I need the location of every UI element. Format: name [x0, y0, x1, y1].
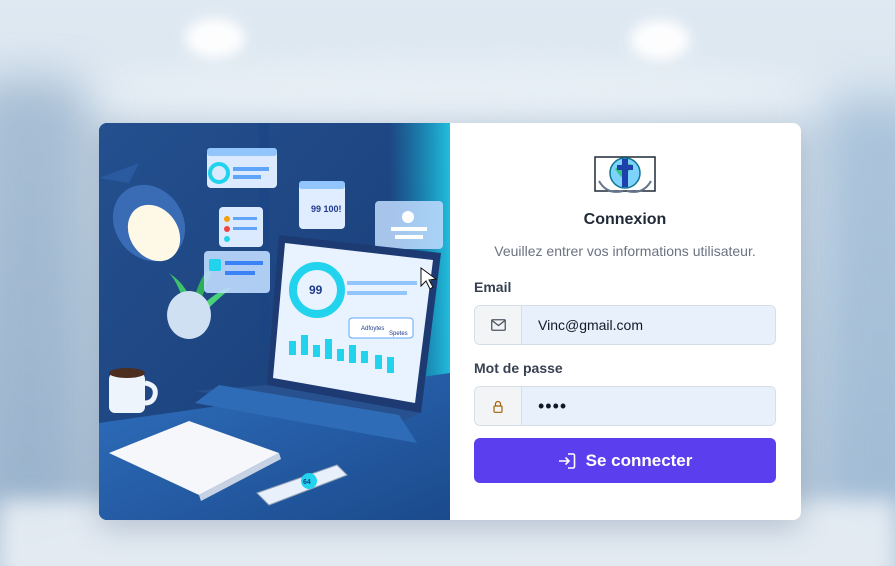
app-logo: [594, 156, 656, 193]
phone-number: 64: [303, 479, 311, 486]
floating-widget: [207, 148, 277, 188]
floating-widget: [219, 207, 263, 247]
password-input[interactable]: ••••: [522, 387, 775, 425]
email-label: Email: [474, 279, 512, 295]
page-subtitle: Veuillez entrer vos informations utilisa…: [494, 243, 756, 259]
floating-widget: [375, 201, 443, 249]
ceiling-light: [185, 18, 245, 58]
card-label-1: Adfoytes: [361, 326, 384, 332]
password-label: Mot de passe: [474, 360, 563, 376]
workspace-illustration: 99 100! 99 Adfoytes Spetes 64: [99, 123, 450, 520]
login-button[interactable]: Se connecter: [474, 438, 776, 483]
ceiling-light: [630, 20, 690, 60]
floating-widget: 99 100!: [299, 181, 345, 229]
workspace-illustration-art: 99 100! 99 Adfoytes Spetes 64: [99, 123, 450, 520]
card-label-2: Spetes: [389, 331, 408, 337]
floating-widget: [204, 251, 270, 293]
blurred-column: [0, 80, 90, 520]
blurred-column: [820, 100, 895, 520]
page-title: Connexion: [583, 211, 667, 228]
popup-number: 99 100!: [311, 204, 342, 214]
login-icon: [558, 452, 575, 469]
email-field[interactable]: Vinc@gmail.com: [474, 305, 776, 345]
envelope-icon: [475, 306, 522, 344]
login-card: 99 100! 99 Adfoytes Spetes 64 Connexion …: [99, 123, 801, 520]
password-field[interactable]: ••••: [474, 386, 776, 426]
dashboard-number: 99: [309, 283, 323, 297]
login-button-label: Se connecter: [585, 450, 693, 470]
email-input[interactable]: Vinc@gmail.com: [522, 306, 775, 344]
window-glow: [60, 60, 840, 120]
login-panel: Connexion Veuillez entrer vos informatio…: [450, 123, 801, 520]
lock-icon: [475, 387, 522, 425]
